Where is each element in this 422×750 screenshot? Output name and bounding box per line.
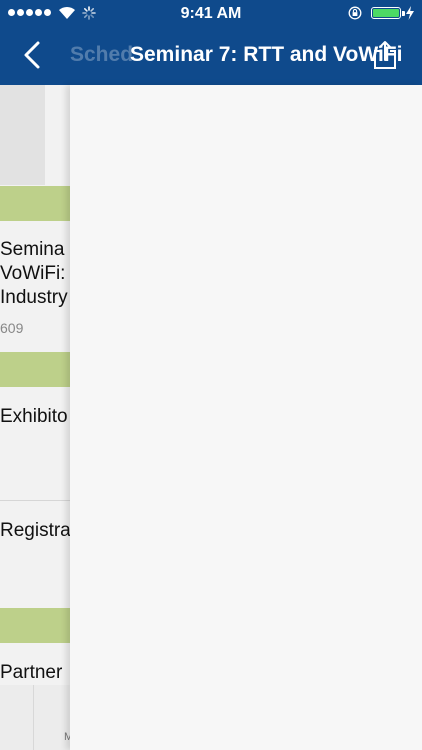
rotation-lock-icon — [348, 6, 362, 20]
list-item-title-line: Industry — [0, 287, 68, 308]
charging-bolt-icon — [406, 6, 414, 20]
previous-screen-title: Sched — [70, 43, 134, 66]
tab-bar: M — [0, 685, 70, 750]
section-header — [0, 608, 70, 643]
list-thumbnail — [0, 85, 45, 185]
list-item-title: Registra — [0, 520, 70, 541]
navigation-bar: 9:41 AM Sched Seminar 7: RTT and VoWiFi — [0, 0, 422, 85]
section-header — [0, 352, 70, 387]
detail-panel — [70, 85, 422, 750]
back-button[interactable] — [20, 40, 46, 70]
share-icon[interactable] — [372, 40, 398, 70]
list-item-title-line: VoWiFi: — [0, 263, 66, 284]
list-item-title: Exhibito — [0, 406, 68, 427]
list-item-title-line: Semina — [0, 239, 65, 260]
section-header — [0, 186, 70, 221]
list-item-room: 609 — [0, 320, 24, 336]
list-divider — [0, 500, 70, 501]
schedule-list: Semina VoWiFi: Industry 609 Exhibito Reg… — [0, 85, 70, 750]
list-item-title: Partner — [0, 662, 63, 683]
battery-icon — [371, 7, 405, 19]
status-bar: 9:41 AM — [0, 0, 422, 28]
page-title: Seminar 7: RTT and VoWiFi — [130, 43, 403, 66]
